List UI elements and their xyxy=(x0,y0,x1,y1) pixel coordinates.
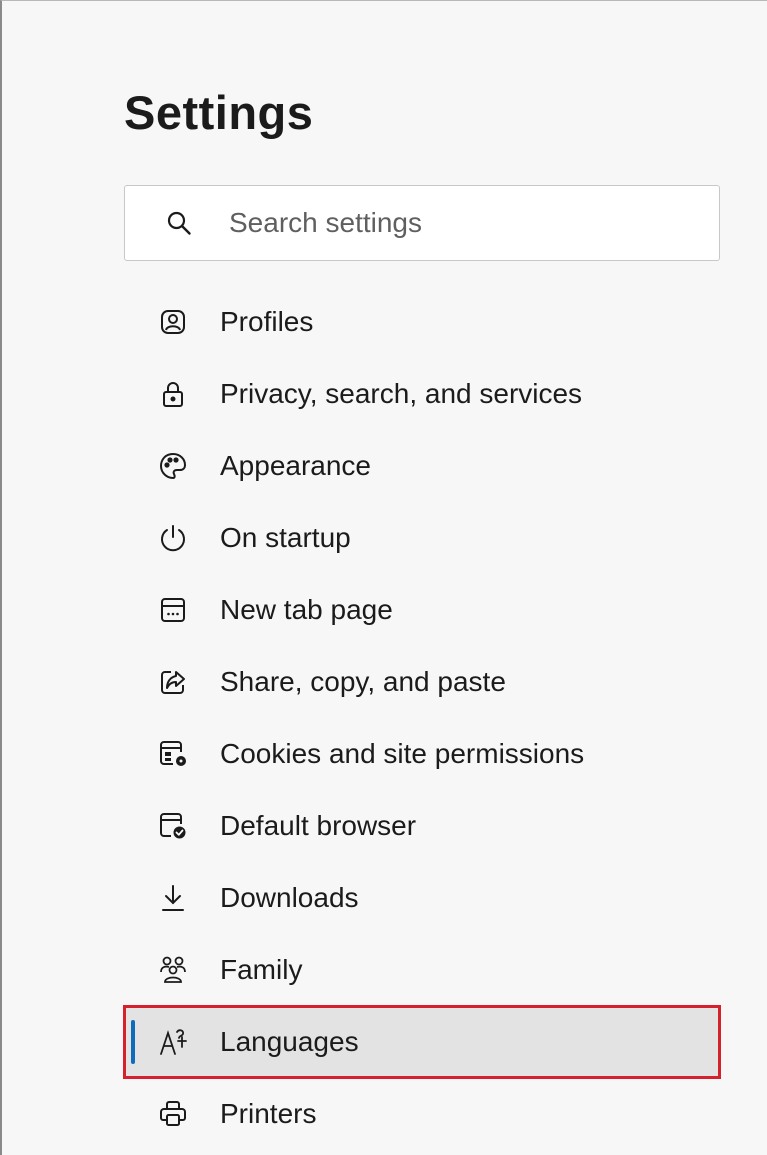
download-icon xyxy=(158,883,188,913)
page-title: Settings xyxy=(124,86,314,139)
nav-item-label: Languages xyxy=(220,1026,359,1057)
share-icon xyxy=(158,667,188,697)
nav-item-languages[interactable]: Languages xyxy=(123,1005,721,1079)
profile-icon xyxy=(158,307,188,337)
search-input[interactable] xyxy=(229,207,649,239)
new-tab-icon xyxy=(158,595,188,625)
nav-item-label: Cookies and site permissions xyxy=(220,738,585,769)
nav-item-appearance[interactable]: Appearance xyxy=(124,430,720,502)
cookies-permissions-icon xyxy=(158,739,188,769)
nav-item-label: Default browser xyxy=(220,810,417,841)
nav-item-label: On startup xyxy=(220,522,351,553)
nav-item-printers[interactable]: Printers xyxy=(124,1078,720,1150)
nav-item-label: Family xyxy=(220,954,303,985)
nav-item-downloads[interactable]: Downloads xyxy=(124,862,720,934)
search-icon xyxy=(165,209,193,237)
nav-item-label: Privacy, search, and services xyxy=(220,378,583,409)
languages-icon xyxy=(158,1027,188,1057)
selected-indicator xyxy=(131,1020,135,1064)
nav-item-label: Printers xyxy=(220,1098,317,1129)
search-box[interactable] xyxy=(124,185,720,261)
nav-item-label: Share, copy, and paste xyxy=(220,666,506,697)
nav-item-profiles[interactable]: Profiles xyxy=(124,286,720,358)
nav-item-default-browser[interactable]: Default browser xyxy=(124,790,720,862)
palette-icon xyxy=(158,451,188,481)
default-browser-icon xyxy=(158,811,188,841)
settings-nav: Profiles Privacy, search, and services A… xyxy=(123,286,721,1150)
nav-item-family[interactable]: Family xyxy=(124,934,720,1006)
lock-icon xyxy=(158,379,188,409)
nav-item-startup[interactable]: On startup xyxy=(124,502,720,574)
nav-item-label: Appearance xyxy=(220,450,372,481)
nav-item-label: New tab page xyxy=(220,594,393,625)
nav-item-share[interactable]: Share, copy, and paste xyxy=(124,646,720,718)
nav-item-cookies[interactable]: Cookies and site permissions xyxy=(124,718,720,790)
nav-item-label: Profiles xyxy=(220,306,314,337)
family-icon xyxy=(158,955,188,985)
power-icon xyxy=(158,523,188,553)
nav-item-new-tab[interactable]: New tab page xyxy=(124,574,720,646)
printer-icon xyxy=(158,1099,188,1129)
settings-window: Settings Profiles xyxy=(0,0,767,1155)
nav-item-label: Downloads xyxy=(220,882,359,913)
nav-item-privacy[interactable]: Privacy, search, and services xyxy=(124,358,720,430)
